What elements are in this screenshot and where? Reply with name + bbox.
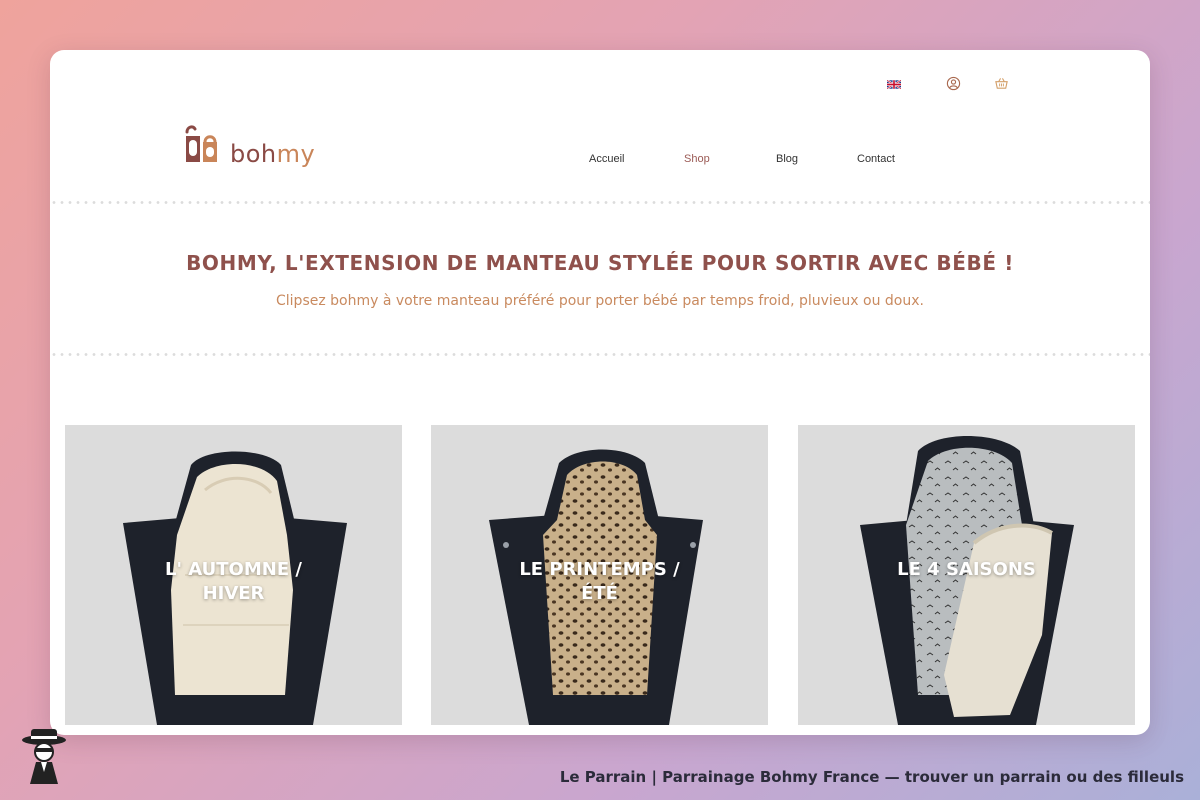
product-title-line: HIVER — [202, 583, 265, 604]
uk-flag-icon[interactable] — [887, 80, 901, 89]
nav-item-blog[interactable]: Blog — [776, 153, 798, 165]
product-card-automne-hiver[interactable]: L' AUTOMNE / HIVER — [65, 425, 402, 725]
top-utility-bar — [50, 76, 1150, 96]
le-parrain-mascot-icon — [22, 729, 66, 784]
product-title-line: LE 4 SAISONS — [897, 559, 1036, 580]
browser-page-card: bohmy Accueil Shop Blog Contact BOHMY, L… — [50, 50, 1150, 735]
product-card-printemps-ete[interactable]: LE PRINTEMPS / ÉTÉ — [431, 425, 768, 725]
product-card-4-saisons[interactable]: LE 4 SAISONS — [798, 425, 1135, 725]
product-card-title: LE PRINTEMPS / ÉTÉ — [451, 558, 748, 606]
basket-icon[interactable] — [994, 76, 1009, 91]
dotted-divider — [50, 353, 1150, 356]
product-card-title: LE 4 SAISONS — [818, 558, 1115, 582]
product-title-line: L' AUTOMNE / — [165, 559, 302, 580]
hero-title: BOHMY, L'EXTENSION DE MANTEAU STYLÉE POU… — [186, 251, 1014, 275]
nav-item-contact[interactable]: Contact — [857, 153, 895, 165]
dotted-divider — [50, 201, 1150, 204]
nav-item-accueil[interactable]: Accueil — [589, 153, 624, 165]
user-circle-icon[interactable] — [946, 76, 961, 91]
product-title-line: ÉTÉ — [581, 583, 618, 604]
hero-subtitle: Clipsez bohmy à votre manteau préféré po… — [276, 293, 924, 309]
nav-item-shop[interactable]: Shop — [684, 153, 710, 165]
page-caption: Le Parrain | Parrainage Bohmy France — t… — [559, 768, 1184, 786]
main-navigation: Accueil Shop Blog Contact — [50, 153, 1150, 169]
product-card-title: L' AUTOMNE / HIVER — [85, 558, 382, 606]
product-title-line: LE PRINTEMPS / — [519, 559, 680, 580]
